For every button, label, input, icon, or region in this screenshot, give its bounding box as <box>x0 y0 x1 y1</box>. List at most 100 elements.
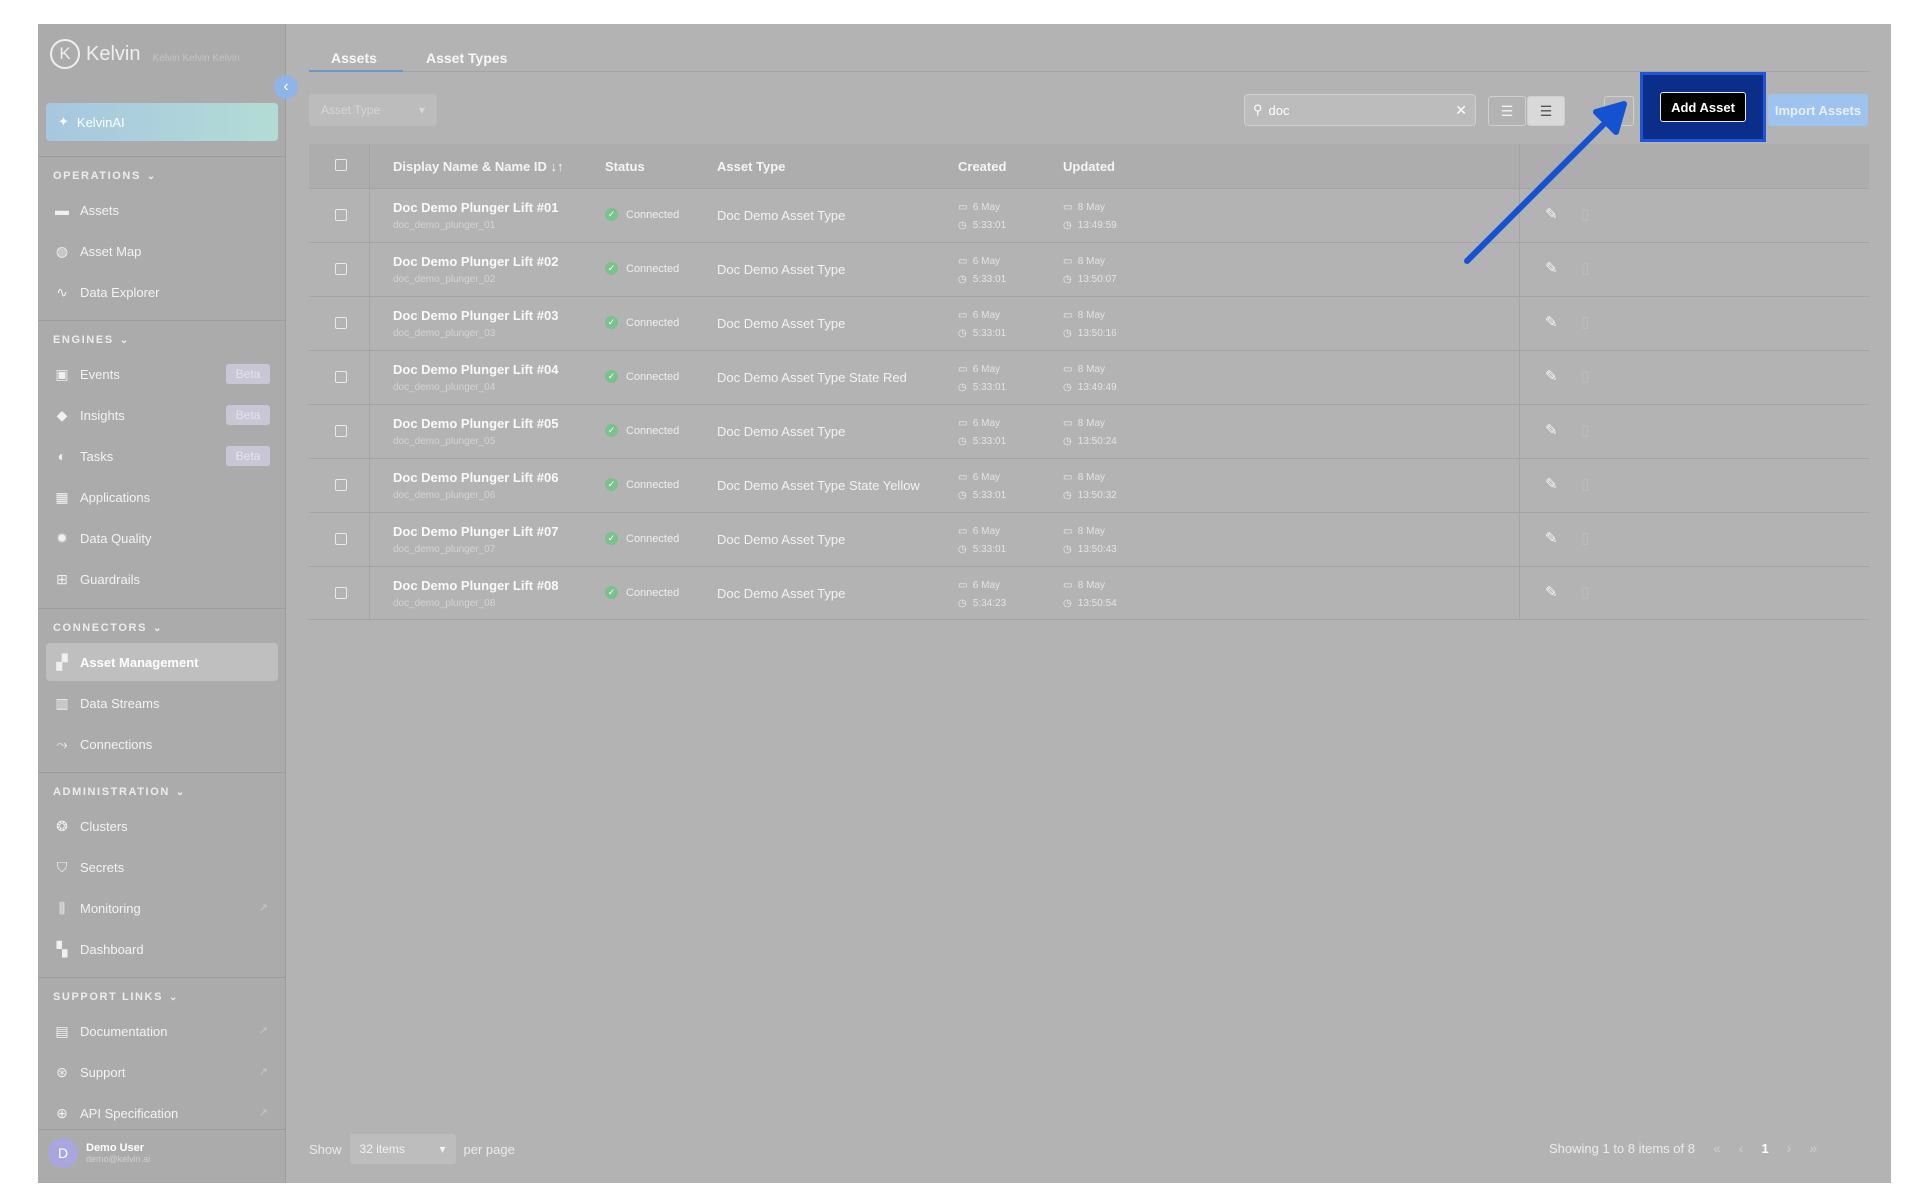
edit-icon[interactable]: ✎ <box>1545 259 1558 277</box>
row-checkbox[interactable] <box>335 209 347 221</box>
asset-display-name[interactable]: Doc Demo Plunger Lift #01 <box>393 200 558 215</box>
kelvin-logo[interactable]: K Kelvin Kelvin Kelvin Kelvin <box>50 39 240 69</box>
trash-icon[interactable]: ▯ <box>1581 259 1589 277</box>
external-link-icon: ↗ <box>258 1066 268 1078</box>
last-page-icon[interactable]: » <box>1809 1140 1817 1156</box>
section-support-links[interactable]: SUPPORT LINKS ⌄ <box>53 991 179 1003</box>
created-cell: ▭ 6 May ◷ 5:33:01 <box>958 253 1006 289</box>
column-header-updated[interactable]: Updated <box>1063 159 1115 174</box>
asset-type-filter[interactable]: Asset Type ▾ <box>309 94 437 126</box>
sidebar-item-tasks[interactable]: ◐ Tasks Beta <box>46 437 278 475</box>
row-checkbox[interactable] <box>335 479 347 491</box>
edit-icon[interactable]: ✎ <box>1545 205 1558 223</box>
status-badge: ✓ Connected <box>605 532 679 545</box>
column-divider <box>1519 513 1520 566</box>
calendar-icon: ▭ <box>958 580 968 591</box>
showing-summary: Showing 1 to 8 items of 8 <box>1549 1140 1695 1156</box>
column-header-status[interactable]: Status <box>605 159 645 174</box>
per-page-select[interactable]: 32 items ▾ <box>349 1134 456 1164</box>
edit-icon[interactable]: ✎ <box>1545 367 1558 385</box>
edit-icon[interactable]: ✎ <box>1545 583 1558 601</box>
sidebar-item-data-quality[interactable]: ✹ Data Quality <box>46 519 278 557</box>
table-row[interactable]: Doc Demo Plunger Lift #02 doc_demo_plunge… <box>309 242 1869 296</box>
sidebar-item-monitoring[interactable]: ⫼ Monitoring ↗ <box>46 889 278 927</box>
asset-display-name[interactable]: Doc Demo Plunger Lift #04 <box>393 362 558 377</box>
column-header-created[interactable]: Created <box>958 159 1006 174</box>
trash-icon[interactable]: ▯ <box>1581 583 1589 601</box>
asset-display-name[interactable]: Doc Demo Plunger Lift #08 <box>393 578 558 593</box>
row-checkbox[interactable] <box>335 587 347 599</box>
list-view-button[interactable]: ☰ <box>1527 96 1565 126</box>
check-circle-icon: ✓ <box>605 532 618 545</box>
sidebar-item-api-specification[interactable]: ⊕ API Specification ↗ <box>46 1094 278 1132</box>
edit-icon[interactable]: ✎ <box>1545 313 1558 331</box>
table-row[interactable]: Doc Demo Plunger Lift #04 doc_demo_plunge… <box>309 350 1869 404</box>
trash-icon[interactable]: ▯ <box>1581 475 1589 493</box>
add-asset-button[interactable]: Add Asset <box>1660 92 1746 122</box>
row-checkbox[interactable] <box>335 263 347 275</box>
clock-icon: ◷ <box>1063 328 1072 339</box>
import-assets-button[interactable]: Import Assets <box>1768 94 1868 126</box>
edit-icon[interactable]: ✎ <box>1545 475 1558 493</box>
sidebar-item-dashboard[interactable]: ▚ Dashboard <box>46 930 278 968</box>
sidebar-item-secrets[interactable]: ⛉ Secrets <box>46 848 278 886</box>
sidebar-item-guardrails[interactable]: ⊞ Guardrails <box>46 560 278 598</box>
row-checkbox[interactable] <box>335 317 347 329</box>
table-row[interactable]: Doc Demo Plunger Lift #08 doc_demo_plunge… <box>309 566 1869 620</box>
sidebar-item-asset-map[interactable]: ◍ Asset Map <box>46 232 278 270</box>
sidebar-item-documentation[interactable]: ▤ Documentation ↗ <box>46 1012 278 1050</box>
table-row[interactable]: Doc Demo Plunger Lift #03 doc_demo_plunge… <box>309 296 1869 350</box>
select-all-checkbox[interactable] <box>335 159 347 171</box>
sidebar-item-connections[interactable]: ⤳ Connections <box>46 725 278 763</box>
compact-view-button[interactable]: ☰ <box>1488 96 1526 126</box>
next-page-icon[interactable]: › <box>1787 1140 1792 1156</box>
row-checkbox[interactable] <box>335 533 347 545</box>
sidebar-item-asset-management[interactable]: ▞ Asset Management <box>46 643 278 681</box>
sidebar-item-data-streams[interactable]: ▥ Data Streams <box>46 684 278 722</box>
search-input[interactable]: ⚲ doc ✕ <box>1244 94 1476 126</box>
table-row[interactable]: Doc Demo Plunger Lift #07 doc_demo_plunge… <box>309 512 1869 566</box>
current-page[interactable]: 1 <box>1761 1141 1768 1156</box>
section-operations[interactable]: OPERATIONS ⌄ <box>53 170 157 182</box>
collapse-sidebar-button[interactable]: ‹ <box>274 75 298 99</box>
asset-display-name[interactable]: Doc Demo Plunger Lift #03 <box>393 308 558 323</box>
row-checkbox[interactable] <box>335 425 347 437</box>
trash-icon[interactable]: ▯ <box>1581 421 1589 439</box>
trash-icon[interactable]: ▯ <box>1581 313 1589 331</box>
asset-display-name[interactable]: Doc Demo Plunger Lift #02 <box>393 254 558 269</box>
column-header-asset-type[interactable]: Asset Type <box>717 159 785 174</box>
asset-display-name[interactable]: Doc Demo Plunger Lift #06 <box>393 470 558 485</box>
trash-icon[interactable]: ▯ <box>1581 205 1589 223</box>
table-row[interactable]: Doc Demo Plunger Lift #01 doc_demo_plunge… <box>309 188 1869 242</box>
first-page-icon[interactable]: « <box>1713 1140 1721 1156</box>
sidebar-item-data-explorer[interactable]: ∿ Data Explorer <box>46 273 278 311</box>
clear-search-icon[interactable]: ✕ <box>1455 102 1467 119</box>
user-profile[interactable]: D Demo User demo@kelvin.ai <box>48 1138 150 1168</box>
table-settings-button[interactable]: ⚙ <box>1604 96 1634 126</box>
sidebar-item-assets[interactable]: ▬ Assets <box>46 191 278 229</box>
sidebar-item-clusters[interactable]: ❂ Clusters <box>46 807 278 845</box>
sidebar-item-applications[interactable]: ▦ Applications <box>46 478 278 516</box>
table-row[interactable]: Doc Demo Plunger Lift #06 doc_demo_plunge… <box>309 458 1869 512</box>
prev-page-icon[interactable]: ‹ <box>1739 1140 1744 1156</box>
trash-icon[interactable]: ▯ <box>1581 529 1589 547</box>
table-row[interactable]: Doc Demo Plunger Lift #05 doc_demo_plunge… <box>309 404 1869 458</box>
sidebar-item-events[interactable]: ▣ Events Beta <box>46 355 278 393</box>
section-connectors[interactable]: CONNECTORS ⌄ <box>53 622 163 634</box>
sidebar-item-insights[interactable]: ◆ Insights Beta <box>46 396 278 434</box>
tab-assets[interactable]: Assets <box>331 50 377 66</box>
section-administration[interactable]: ADMINISTRATION ⌄ <box>53 786 186 798</box>
column-header-name[interactable]: Display Name & Name ID ↓↑ <box>393 159 564 174</box>
row-checkbox[interactable] <box>335 371 347 383</box>
tab-asset-types[interactable]: Asset Types <box>426 50 507 66</box>
sidebar-item-support[interactable]: ⊛ Support ↗ <box>46 1053 278 1091</box>
trash-icon[interactable]: ▯ <box>1581 367 1589 385</box>
kelvinai-button[interactable]: ✦ KelvinAI <box>46 103 278 141</box>
asset-display-name[interactable]: Doc Demo Plunger Lift #07 <box>393 524 558 539</box>
check-circle-icon: ✓ <box>605 262 618 275</box>
external-link-icon: ↗ <box>258 1107 268 1119</box>
edit-icon[interactable]: ✎ <box>1545 421 1558 439</box>
edit-icon[interactable]: ✎ <box>1545 529 1558 547</box>
asset-display-name[interactable]: Doc Demo Plunger Lift #05 <box>393 416 558 431</box>
section-engines[interactable]: ENGINES ⌄ <box>53 334 130 346</box>
